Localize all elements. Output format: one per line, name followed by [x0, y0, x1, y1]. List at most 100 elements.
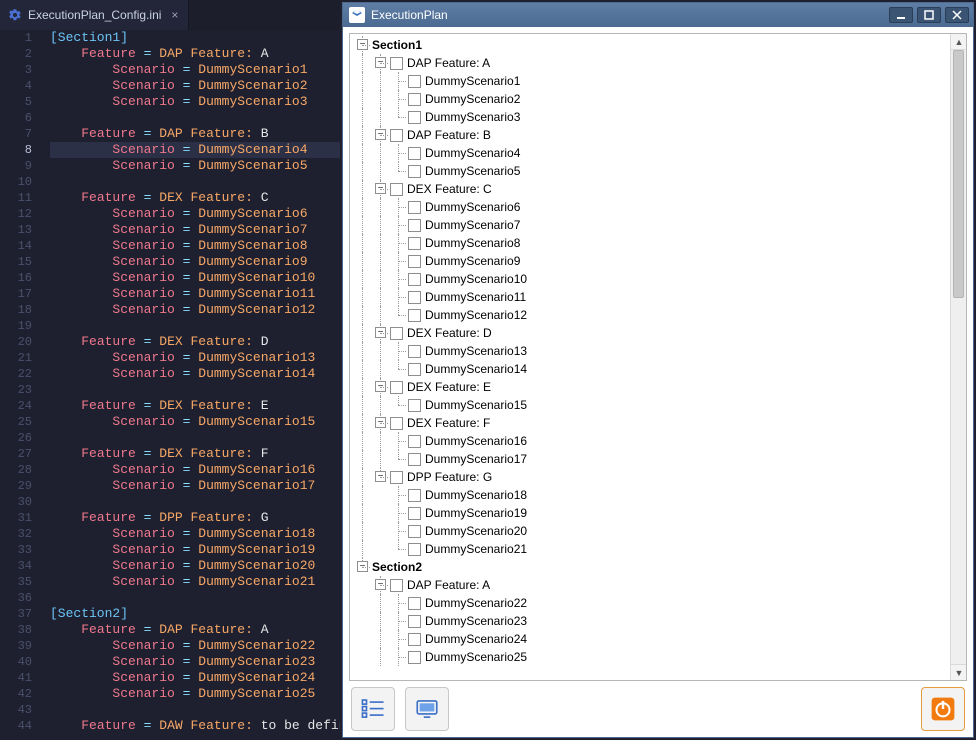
- checkbox[interactable]: [408, 219, 421, 232]
- code-line[interactable]: [Section1]: [50, 30, 340, 46]
- tree-item[interactable]: DummyScenario24: [354, 630, 950, 648]
- expander-icon[interactable]: −: [375, 183, 386, 194]
- tree-section[interactable]: −Section2: [354, 558, 950, 576]
- power-button[interactable]: [921, 687, 965, 731]
- tree-item[interactable]: DummyScenario1: [354, 72, 950, 90]
- checkbox[interactable]: [408, 291, 421, 304]
- checkbox[interactable]: [408, 309, 421, 322]
- maximize-button[interactable]: [917, 7, 941, 23]
- tree-item[interactable]: DummyScenario6: [354, 198, 950, 216]
- code-line[interactable]: Scenario = DummyScenario20: [50, 558, 340, 574]
- code-line[interactable]: Scenario = DummyScenario15: [50, 414, 340, 430]
- checkbox[interactable]: [408, 93, 421, 106]
- tree-item[interactable]: DummyScenario11: [354, 288, 950, 306]
- code-line[interactable]: Scenario = DummyScenario11: [50, 286, 340, 302]
- checkbox[interactable]: [408, 345, 421, 358]
- tree-feature[interactable]: −DAP Feature: B: [354, 126, 950, 144]
- tree-item[interactable]: DummyScenario15: [354, 396, 950, 414]
- tree-item[interactable]: DummyScenario25: [354, 648, 950, 666]
- code-line[interactable]: Scenario = DummyScenario6: [50, 206, 340, 222]
- code-line[interactable]: Feature = DEX Feature: F: [50, 446, 340, 462]
- tree-item[interactable]: DummyScenario19: [354, 504, 950, 522]
- minimize-button[interactable]: [889, 7, 913, 23]
- code-line[interactable]: Scenario = DummyScenario16: [50, 462, 340, 478]
- code-line[interactable]: [50, 174, 340, 190]
- code-line[interactable]: Scenario = DummyScenario24: [50, 670, 340, 686]
- tree-item[interactable]: DummyScenario12: [354, 306, 950, 324]
- code-line[interactable]: Scenario = DummyScenario17: [50, 478, 340, 494]
- checkbox[interactable]: [408, 237, 421, 250]
- code-line[interactable]: Scenario = DummyScenario4: [50, 142, 340, 158]
- code-line[interactable]: [50, 382, 340, 398]
- tree-feature[interactable]: −DAP Feature: A: [354, 54, 950, 72]
- tree-item[interactable]: DummyScenario2: [354, 90, 950, 108]
- code-line[interactable]: Scenario = DummyScenario25: [50, 686, 340, 702]
- code-line[interactable]: Scenario = DummyScenario18: [50, 526, 340, 542]
- code-line[interactable]: Scenario = DummyScenario23: [50, 654, 340, 670]
- tree-item[interactable]: DummyScenario17: [354, 450, 950, 468]
- tree-item[interactable]: DummyScenario5: [354, 162, 950, 180]
- titlebar[interactable]: ExecutionPlan: [343, 3, 973, 27]
- tree-section[interactable]: −Section1: [354, 36, 950, 54]
- tree-feature[interactable]: −DEX Feature: F: [354, 414, 950, 432]
- code-line[interactable]: Scenario = DummyScenario19: [50, 542, 340, 558]
- tree-item[interactable]: DummyScenario16: [354, 432, 950, 450]
- code-line[interactable]: Scenario = DummyScenario10: [50, 270, 340, 286]
- checkbox[interactable]: [390, 129, 403, 142]
- checkbox[interactable]: [408, 435, 421, 448]
- code-line[interactable]: Scenario = DummyScenario2: [50, 78, 340, 94]
- code-line[interactable]: Scenario = DummyScenario1: [50, 62, 340, 78]
- expander-icon[interactable]: −: [357, 39, 368, 50]
- code-line[interactable]: Scenario = DummyScenario8: [50, 238, 340, 254]
- checkbox[interactable]: [408, 399, 421, 412]
- code-line[interactable]: Scenario = DummyScenario13: [50, 350, 340, 366]
- checkbox[interactable]: [408, 597, 421, 610]
- close-icon[interactable]: ×: [171, 8, 178, 22]
- tree-item[interactable]: DummyScenario22: [354, 594, 950, 612]
- code-line[interactable]: Feature = DEX Feature: C: [50, 190, 340, 206]
- code-line[interactable]: Scenario = DummyScenario22: [50, 638, 340, 654]
- code-line[interactable]: Feature = DPP Feature: G: [50, 510, 340, 526]
- checkbox[interactable]: [390, 57, 403, 70]
- checkbox[interactable]: [390, 183, 403, 196]
- checkbox[interactable]: [408, 633, 421, 646]
- tree-item[interactable]: DummyScenario14: [354, 360, 950, 378]
- tree-item[interactable]: DummyScenario18: [354, 486, 950, 504]
- scroll-thumb[interactable]: [953, 50, 964, 298]
- expander-icon[interactable]: −: [375, 327, 386, 338]
- checkbox[interactable]: [408, 165, 421, 178]
- tree-root[interactable]: −Section1−DAP Feature: ADummyScenario1Du…: [350, 34, 950, 668]
- tree-item[interactable]: DummyScenario23: [354, 612, 950, 630]
- tree-item[interactable]: DummyScenario3: [354, 108, 950, 126]
- code-line[interactable]: Feature = DEX Feature: E: [50, 398, 340, 414]
- tree-item[interactable]: DummyScenario20: [354, 522, 950, 540]
- code-line[interactable]: [50, 430, 340, 446]
- code-content[interactable]: [Section1] Feature = DAP Feature: A Scen…: [50, 30, 340, 740]
- code-line[interactable]: Scenario = DummyScenario7: [50, 222, 340, 238]
- tree-item[interactable]: DummyScenario10: [354, 270, 950, 288]
- checkbox[interactable]: [408, 273, 421, 286]
- checkbox[interactable]: [408, 543, 421, 556]
- tree-item[interactable]: DummyScenario9: [354, 252, 950, 270]
- checkbox[interactable]: [408, 75, 421, 88]
- list-view-button[interactable]: [351, 687, 395, 731]
- checkbox[interactable]: [408, 651, 421, 664]
- checkbox[interactable]: [390, 381, 403, 394]
- tree-feature[interactable]: −DAP Feature: A: [354, 576, 950, 594]
- tree-feature[interactable]: −DEX Feature: D: [354, 324, 950, 342]
- scroll-down-icon[interactable]: ▼: [951, 664, 967, 680]
- code-line[interactable]: [50, 318, 340, 334]
- tree-feature[interactable]: −DEX Feature: C: [354, 180, 950, 198]
- code-line[interactable]: [50, 590, 340, 606]
- code-line[interactable]: Scenario = DummyScenario14: [50, 366, 340, 382]
- code-line[interactable]: [50, 494, 340, 510]
- checkbox[interactable]: [408, 453, 421, 466]
- tree-item[interactable]: DummyScenario4: [354, 144, 950, 162]
- tree-item[interactable]: DummyScenario13: [354, 342, 950, 360]
- code-area[interactable]: 1234567891011121314151617181920212223242…: [0, 30, 340, 740]
- checkbox[interactable]: [390, 579, 403, 592]
- tree-item[interactable]: DummyScenario21: [354, 540, 950, 558]
- code-line[interactable]: [50, 110, 340, 126]
- expander-icon[interactable]: −: [375, 417, 386, 428]
- tree-item[interactable]: DummyScenario7: [354, 216, 950, 234]
